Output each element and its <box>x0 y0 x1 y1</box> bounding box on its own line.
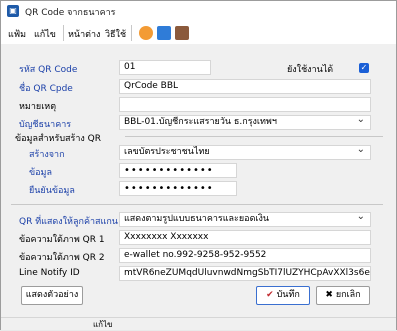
status-mode: แก้ไข <box>93 320 113 329</box>
caption2-input[interactable]: e-wallet no.992-9258-952-9552 <box>119 248 371 263</box>
menu-separator <box>63 25 64 41</box>
form-panel: รหัส QR Code 01 ยังใช้งานได้ ✓ ชื่อ QR C… <box>7 47 392 315</box>
qr-display-select[interactable]: แสดงตามรูปแบบธนาคารและยอดเงิน <box>119 212 371 227</box>
qr-code-window: ▣ QR Code จากธนาคาร แฟ้ม แก้ไข หน้าต่าง … <box>0 0 397 330</box>
active-checkbox[interactable]: ✓ <box>359 63 369 73</box>
menu-help[interactable]: วิธีใช้ <box>105 27 126 41</box>
note-input[interactable] <box>119 97 371 112</box>
menu-window[interactable]: หน้าต่าง <box>68 27 100 41</box>
preview-button[interactable]: แสดงตัวอย่าง <box>21 286 83 305</box>
create-from-select[interactable]: เลขบัตรประชาชนไทย <box>119 145 371 160</box>
save-button-label: บันทึก <box>276 290 300 300</box>
note-label: หมายเหตุ <box>19 102 57 112</box>
section-divider <box>11 204 383 205</box>
bank-account-label: บัญชีธนาคาร <box>19 120 72 130</box>
window-title: QR Code จากธนาคาร <box>25 8 116 18</box>
line-notify-input[interactable]: mtVR6neZUMqdUluvnwdNmgSbTI7lUZYHCpAvXXl3… <box>119 266 371 281</box>
save-check-icon: ✔ <box>266 290 274 300</box>
book-icon[interactable] <box>175 26 189 40</box>
group-divider <box>125 136 383 137</box>
title-bar: ▣ QR Code จากธนาคาร <box>1 1 396 23</box>
bank-account-select[interactable]: BBL-01.บัญชีกระแสรายวัน ธ.กรุงเทพฯ <box>119 115 371 130</box>
caption1-label: ข้อความใต้ภาพ QR 1 <box>19 235 105 245</box>
cancel-button-label: ยกเลิก <box>335 290 361 300</box>
qr-display-label: QR ที่แสดงให้ลูกค้าสแกน <box>19 217 118 227</box>
data-password-input[interactable]: ••••••••••••• <box>119 163 237 178</box>
help-icon[interactable] <box>139 26 153 40</box>
data-label: ข้อมูล <box>29 168 53 178</box>
menu-separator <box>131 25 132 41</box>
caption2-label: ข้อความใต้ภาพ QR 2 <box>19 253 105 263</box>
status-bar: แก้ไข <box>1 317 396 330</box>
save-button[interactable]: ✔ บันทึก <box>256 286 310 305</box>
cancel-button[interactable]: ✖ ยกเลิก <box>316 286 370 305</box>
qr-code-label: รหัส QR Code <box>19 65 78 75</box>
qr-app-icon: ▣ <box>7 5 19 17</box>
confirm-label: ยืนยันข้อมูล <box>29 186 75 196</box>
create-from-label: สร้างจาก <box>29 150 65 160</box>
qr-name-input[interactable]: QrCode BBL <box>119 79 371 94</box>
caption1-input[interactable]: Xxxxxxxx Xxxxxxx <box>119 230 371 245</box>
cancel-x-icon: ✖ <box>325 290 333 300</box>
menu-bar: แฟ้ม แก้ไข หน้าต่าง วิธีใช้ <box>1 22 396 44</box>
menu-edit[interactable]: แก้ไข <box>34 27 56 41</box>
confirm-password-input[interactable]: ••••••••••••• <box>119 181 237 196</box>
group-title: ข้อมูลสำหรับสร้าง QR <box>15 134 102 144</box>
inactive-label: ยังใช้งานได้ <box>287 65 334 75</box>
qr-name-label: ชื่อ QR Cpde <box>19 84 73 94</box>
line-notify-label: Line Notify ID <box>19 268 80 278</box>
menu-file[interactable]: แฟ้ม <box>8 27 26 41</box>
qr-code-input[interactable]: 01 <box>119 60 211 75</box>
monitor-icon[interactable] <box>157 26 171 40</box>
